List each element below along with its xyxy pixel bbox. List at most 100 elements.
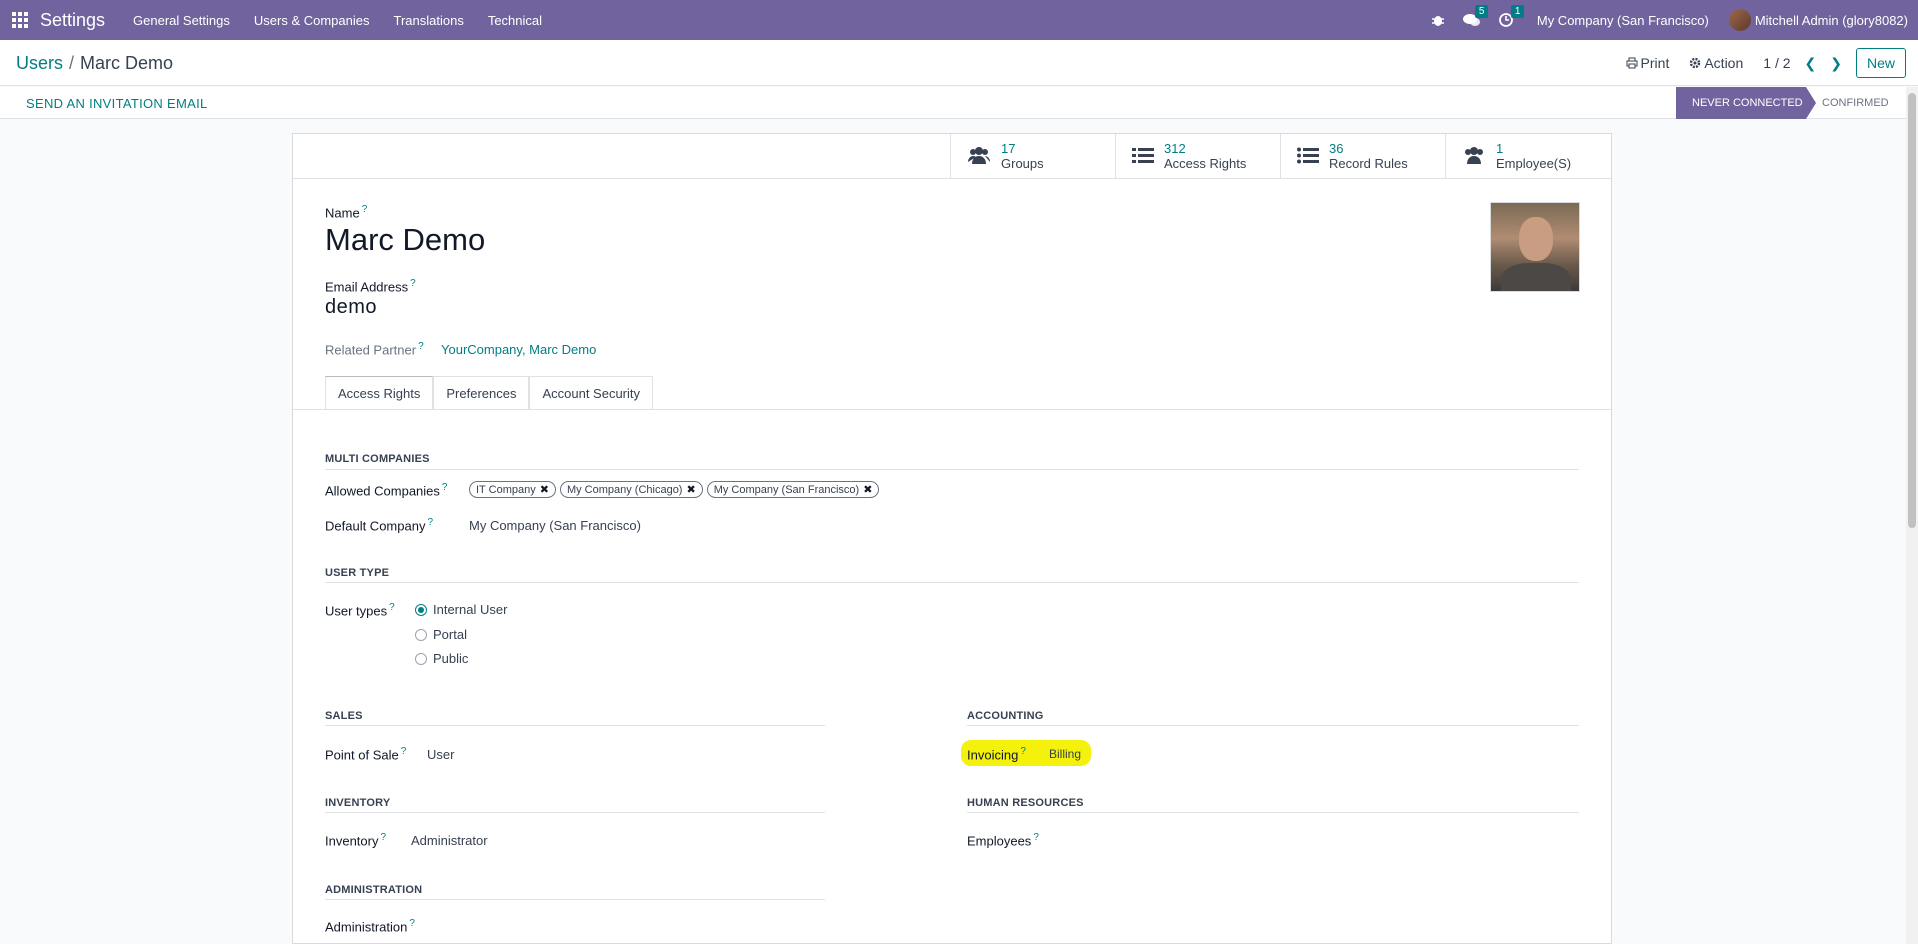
section-divider [325, 899, 825, 900]
section-user-type: USER TYPE [325, 567, 390, 579]
allowed-companies-help-icon[interactable]: ? [442, 482, 448, 493]
email-help-icon[interactable]: ? [410, 278, 416, 289]
apps-menu-icon[interactable] [2, 0, 38, 40]
list-icon [1132, 148, 1154, 163]
name-help-icon[interactable]: ? [362, 204, 368, 215]
company-switcher[interactable]: My Company (San Francisco) [1537, 13, 1709, 28]
tab-account-security[interactable]: Account Security [529, 376, 654, 409]
action-label: Action [1704, 55, 1744, 71]
partner-help-icon[interactable]: ? [418, 341, 424, 352]
section-divider [967, 812, 1579, 813]
employees-smart-button[interactable]: 1 Employee(S) [1446, 134, 1611, 178]
menu-users-companies[interactable]: Users & Companies [254, 13, 370, 28]
point-of-sale-label: Point of Sale? [325, 746, 407, 763]
top-navbar: Settings General Settings Users & Compan… [0, 0, 1918, 40]
administration-label: Administration? [325, 918, 415, 935]
activities-clock-icon[interactable]: 1 [1498, 5, 1525, 27]
access-rights-smart-button[interactable]: 312 Access Rights [1116, 134, 1281, 178]
inventory-help-icon[interactable]: ? [380, 832, 386, 843]
control-panel: Users / Marc Demo Print Action 1 / 2 ❮ ❯ N… [0, 40, 1918, 86]
remove-tag-icon[interactable]: ✖ [863, 483, 872, 496]
groups-smart-button[interactable]: 17 Groups [951, 134, 1116, 178]
user-types-help-icon[interactable]: ? [389, 602, 395, 613]
action-button[interactable]: Action [1689, 55, 1743, 71]
send-invitation-email-button[interactable]: SEND AN INVITATION EMAIL [26, 96, 208, 111]
user-photo[interactable] [1490, 202, 1580, 292]
breadcrumb-current: Marc Demo [80, 53, 174, 73]
radio-checked-icon [415, 603, 427, 616]
name-field[interactable]: Marc Demo [325, 222, 485, 258]
company-tag: IT Company ✖ [469, 481, 556, 498]
default-company-field[interactable]: My Company (San Francisco) [469, 518, 641, 533]
app-title[interactable]: Settings [40, 10, 105, 31]
page-scrollbar[interactable] [1906, 87, 1918, 944]
company-tag: My Company (San Francisco) ✖ [706, 481, 880, 498]
messages-icon[interactable]: 5 [1462, 5, 1489, 27]
print-label: Print [1640, 55, 1670, 71]
groups-count: 17 [1001, 141, 1016, 156]
tab-access-rights[interactable]: Access Rights [325, 376, 434, 409]
employees-field-label: Employees? [967, 832, 1039, 849]
record-rules-label: Record Rules [1329, 156, 1408, 171]
pager-next-icon[interactable]: ❯ [1830, 55, 1842, 72]
section-divider [325, 582, 1579, 583]
employees-label: Employee(S) [1496, 156, 1572, 171]
pos-help-icon[interactable]: ? [401, 746, 407, 757]
section-administration: ADMINISTRATION [325, 884, 423, 896]
breadcrumb-users-link[interactable]: Users [16, 53, 63, 73]
record-rules-count: 36 [1329, 141, 1344, 156]
related-partner-link[interactable]: YourCompany, Marc Demo [441, 342, 596, 357]
email-field[interactable]: demo [325, 296, 377, 319]
breadcrumb-separator: / [69, 53, 75, 73]
remove-tag-icon[interactable]: ✖ [686, 483, 695, 496]
invoicing-help-icon[interactable]: ? [1020, 746, 1026, 757]
employees-group-icon [1465, 147, 1483, 164]
record-rules-smart-button[interactable]: 36 Record Rules [1281, 134, 1446, 178]
debug-bug-icon[interactable] [1431, 13, 1445, 27]
button-box-divider [293, 178, 1611, 179]
stage-never-connected[interactable]: NEVER CONNECTED [1676, 87, 1816, 119]
activities-count-badge: 1 [1510, 5, 1525, 18]
menu-general-settings[interactable]: General Settings [133, 13, 230, 28]
point-of-sale-field[interactable]: User [427, 747, 454, 762]
invoicing-field[interactable]: Billing [1049, 747, 1081, 761]
employees-help-icon[interactable]: ? [1033, 832, 1039, 843]
email-label: Email Address? [325, 278, 416, 295]
groups-label: Groups [1001, 156, 1044, 171]
user-types-label: User types? [325, 602, 395, 619]
administration-help-icon[interactable]: ? [409, 918, 415, 929]
default-company-help-icon[interactable]: ? [427, 517, 433, 528]
scrollbar-thumb[interactable] [1908, 93, 1916, 528]
menu-translations[interactable]: Translations [394, 13, 464, 28]
new-button[interactable]: New [1855, 48, 1906, 78]
access-rights-count: 312 [1164, 141, 1186, 156]
radio-internal-user[interactable]: Internal User [415, 602, 507, 617]
section-divider [325, 725, 825, 726]
print-button[interactable]: Print [1626, 55, 1670, 71]
allowed-companies-field[interactable]: IT Company ✖ My Company (Chicago) ✖ My Com… [469, 481, 880, 498]
section-divider [325, 812, 825, 813]
name-label: Name? [325, 204, 368, 221]
form-sheet: 17 Groups 312 Access Rights 36 Record Rules… [292, 133, 1612, 944]
breadcrumb: Users / Marc Demo [16, 53, 173, 74]
inventory-label: Inventory? [325, 832, 387, 849]
radio-public[interactable]: Public [415, 651, 468, 666]
radio-unchecked-icon [415, 628, 427, 641]
section-accounting: ACCOUNTING [967, 710, 1044, 722]
pager-previous-icon[interactable]: ❮ [1805, 55, 1817, 72]
tab-preferences[interactable]: Preferences [433, 376, 530, 409]
allowed-companies-label: Allowed Companies? [325, 482, 448, 499]
list-ul-icon [1297, 147, 1319, 164]
invoicing-label: Invoicing? [967, 746, 1026, 763]
company-tag: My Company (Chicago) ✖ [559, 481, 703, 498]
remove-tag-icon[interactable]: ✖ [540, 483, 549, 496]
radio-portal[interactable]: Portal [415, 627, 467, 642]
stage-confirmed[interactable]: CONFIRMED [1822, 87, 1906, 119]
smart-button-box: 17 Groups 312 Access Rights 36 Record Rules… [950, 134, 1611, 179]
inventory-field[interactable]: Administrator [411, 833, 488, 848]
pager-value[interactable]: 1 / 2 [1763, 55, 1790, 71]
user-name: Mitchell Admin (glory8082) [1754, 12, 1908, 28]
user-menu[interactable]: Mitchell Admin (glory8082) [1728, 9, 1908, 31]
users-group-icon [968, 147, 990, 164]
menu-technical[interactable]: Technical [488, 13, 542, 28]
